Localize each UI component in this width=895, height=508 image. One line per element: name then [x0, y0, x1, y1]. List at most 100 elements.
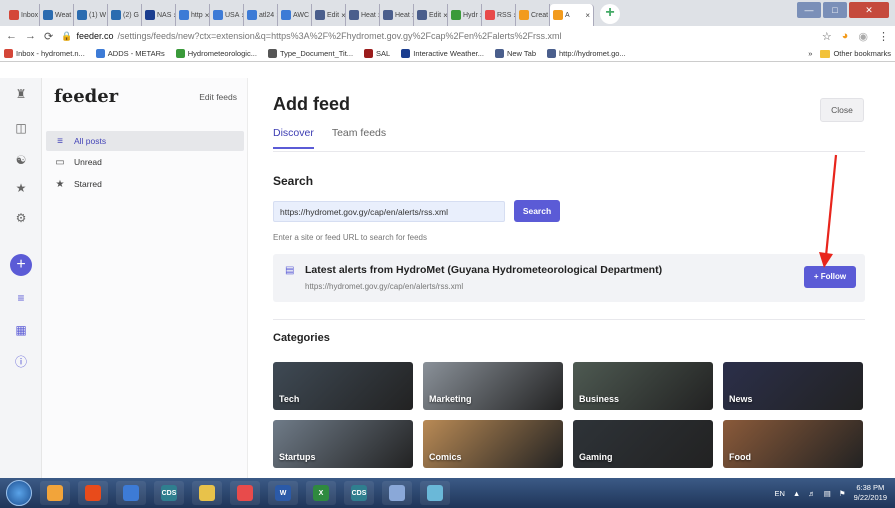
bookmark-item[interactable]: SAL [364, 49, 390, 58]
taskbar-app[interactable] [116, 481, 146, 505]
bookmark-item[interactable]: Hydrometeorologic... [175, 49, 257, 58]
minimize-button[interactable]: — [797, 2, 821, 18]
tab-label: atl24 [259, 11, 275, 19]
sidebar-item-all-posts[interactable]: ≡ All posts [46, 131, 244, 151]
browser-tab[interactable]: Inbox× [6, 4, 40, 26]
start-button[interactable] [6, 480, 32, 506]
taskbar-app[interactable]: X [306, 481, 336, 505]
tab-label: Hydr [463, 11, 478, 19]
tab-team-feeds[interactable]: Team feeds [332, 127, 386, 149]
browser-tab[interactable]: Heat× [380, 4, 414, 26]
rss-extension-icon[interactable]: ◕ [842, 30, 849, 43]
window-close-button[interactable]: ✕ [849, 2, 889, 18]
follow-button[interactable]: + Follow [804, 266, 856, 288]
taskbar-app[interactable] [420, 481, 450, 505]
network-icon[interactable]: ▤ [824, 489, 831, 498]
browser-tab[interactable]: Heat× [346, 4, 380, 26]
taskbar-app[interactable] [78, 481, 108, 505]
flag-icon[interactable]: ⚑ [839, 489, 846, 498]
edit-feeds-link[interactable]: Edit feeds [199, 92, 237, 102]
clock[interactable]: 6:38 PM 9/22/2019 [854, 483, 887, 503]
other-bookmarks[interactable]: Other bookmarks [820, 49, 891, 58]
forward-icon[interactable]: → [25, 30, 36, 42]
browser-tab[interactable]: (2) G× [108, 4, 142, 26]
home-icon[interactable]: ♜ [13, 86, 29, 102]
menu-icon[interactable]: ⋮ [878, 30, 889, 43]
sidebar-item-starred[interactable]: ★ Starred [46, 174, 244, 194]
language-indicator[interactable]: EN [774, 489, 784, 498]
sidebar-item-unread[interactable]: ▭ Unread [46, 152, 244, 172]
folder-icon [820, 49, 831, 58]
help-icon[interactable]: ⓘ [13, 354, 29, 370]
search-button[interactable]: Search [514, 200, 560, 222]
browser-tab[interactable]: Edit × [312, 4, 346, 26]
bookmark-label: New Tab [506, 49, 537, 58]
taskbar-app[interactable]: CDS [154, 481, 184, 505]
team-icon[interactable]: ☯ [13, 152, 29, 168]
monitor-icon[interactable]: ▦ [13, 322, 29, 338]
taskbar-app[interactable] [382, 481, 412, 505]
browser-tab[interactable]: http × [176, 4, 210, 26]
category-startups[interactable]: Startups [273, 420, 413, 468]
bookmark-star-icon[interactable]: ☆ [822, 30, 832, 43]
bookmark-item[interactable]: Interactive Weather... [401, 49, 484, 58]
taskbar-app-icon [389, 485, 405, 501]
category-comics[interactable]: Comics [423, 420, 563, 468]
browser-tab-strip: Inbox×Weat×(1) W×(2) G×NAS×http×USA×atl2… [0, 0, 895, 26]
browser-tab[interactable]: (1) W× [74, 4, 108, 26]
add-feed-icon[interactable]: + [10, 254, 32, 276]
bookmark-item[interactable]: Type_Document_Tit... [267, 49, 353, 58]
reader-icon[interactable]: ◫ [13, 120, 29, 136]
bookmark-favicon-icon [95, 49, 105, 58]
new-tab-button[interactable]: + [600, 4, 620, 24]
extensions-icon[interactable]: ★ [13, 180, 29, 196]
category-news[interactable]: News [723, 362, 863, 410]
bookmark-favicon-icon [547, 49, 557, 58]
tab-close-icon[interactable]: × [585, 11, 590, 20]
tray-arrow-icon[interactable]: ▲ [793, 489, 800, 498]
settings-gear-icon[interactable]: ⚙ [13, 210, 29, 226]
taskbar-app[interactable] [40, 481, 70, 505]
back-icon[interactable]: ← [6, 30, 17, 42]
taskbar-app[interactable]: W [268, 481, 298, 505]
bookmark-item[interactable]: ADDS - METARs [95, 49, 165, 58]
browser-tab[interactable]: Hydr× [448, 4, 482, 26]
category-gaming[interactable]: Gaming [573, 420, 713, 468]
bookmark-item[interactable]: Inbox - hydromet.n... [4, 49, 85, 58]
bookmark-item[interactable]: http://hydromet.go... [547, 49, 626, 58]
bookmark-item[interactable]: New Tab [494, 49, 537, 58]
browser-tab[interactable]: AWC× [278, 4, 312, 26]
feeder-app: ♜ ◫ ☯ ★ ⚙ + ≡ ▦ ⓘ feeder Edit feeds ≡ Al… [0, 78, 895, 478]
tab-label: AWC [293, 11, 310, 19]
category-marketing[interactable]: Marketing [423, 362, 563, 410]
tab-close-icon[interactable]: × [205, 11, 209, 20]
extension-icon[interactable]: ◉ [858, 30, 868, 43]
browser-tab[interactable]: NAS× [142, 4, 176, 26]
browser-tab[interactable]: A × [550, 4, 594, 26]
taskbar-app[interactable] [192, 481, 222, 505]
tab-label: USA [225, 11, 240, 19]
browser-tab[interactable]: Weat× [40, 4, 74, 26]
tab-discover[interactable]: Discover [273, 127, 314, 149]
filter-icon[interactable]: ≡ [13, 290, 29, 306]
category-business[interactable]: Business [573, 362, 713, 410]
volume-icon[interactable]: ♬ [808, 489, 816, 498]
browser-tab[interactable]: RSS× [482, 4, 516, 26]
browser-tab[interactable]: Creat× [516, 4, 550, 26]
browser-tab[interactable]: atl24× [244, 4, 278, 26]
address-bar[interactable]: 🔒 feeder.co/settings/feeds/new?ctx=exten… [61, 31, 814, 42]
browser-tab[interactable]: Edit × [414, 4, 448, 26]
close-button[interactable]: Close [820, 98, 864, 122]
feeder-logo[interactable]: feeder [54, 86, 118, 107]
taskbar-app[interactable]: CDS [344, 481, 374, 505]
tab-favicon-icon [281, 10, 291, 20]
category-food[interactable]: Food [723, 420, 863, 468]
feed-search-input[interactable] [273, 201, 505, 222]
reload-icon[interactable]: ⟳ [44, 30, 53, 43]
taskbar-app-icon [123, 485, 139, 501]
maximize-button[interactable]: □ [823, 2, 847, 18]
category-tech[interactable]: Tech [273, 362, 413, 410]
browser-tab[interactable]: USA× [210, 4, 244, 26]
taskbar-app[interactable] [230, 481, 260, 505]
bookmarks-overflow-button[interactable]: » [808, 49, 812, 58]
